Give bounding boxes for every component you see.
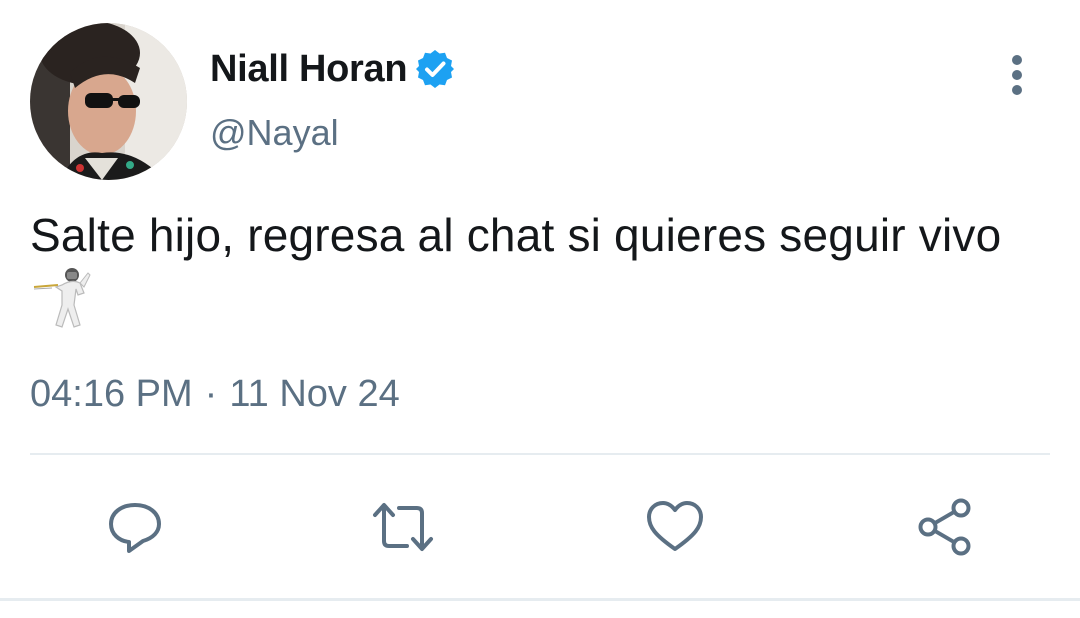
author-handle[interactable]: @Nayal: [210, 112, 339, 154]
speech-bubble-icon: [109, 503, 161, 553]
tweet-date: 11 Nov 24: [229, 373, 400, 415]
vertical-dots-icon: [1012, 55, 1022, 95]
author-name-row: Niall Horan: [210, 44, 456, 94]
like-button[interactable]: [643, 495, 707, 559]
tweet: Niall Horan @Nayal Salte hijo, regresa a…: [0, 0, 1080, 618]
avatar[interactable]: [30, 23, 187, 180]
tweet-text: Salte hijo, regresa al chat si quieres s…: [30, 209, 1002, 261]
more-options-button[interactable]: [997, 50, 1037, 100]
timestamp-separator: ·: [204, 373, 218, 415]
tweet-time: 04:16 PM: [30, 373, 193, 415]
reply-button[interactable]: [103, 495, 167, 559]
fencer-emoji-icon: [32, 265, 94, 329]
retweet-icon: [373, 503, 433, 551]
retweet-button[interactable]: [371, 495, 435, 559]
verified-badge-icon: [414, 48, 456, 90]
author-display-name[interactable]: Niall Horan: [210, 48, 408, 91]
tweet-timestamp[interactable]: 04:16 PM · 11 Nov 24: [30, 373, 400, 416]
avatar-photo: [30, 23, 187, 180]
heart-icon: [647, 501, 703, 551]
divider: [30, 453, 1050, 455]
share-icon: [918, 498, 971, 556]
share-button[interactable]: [913, 495, 977, 559]
divider: [0, 598, 1080, 601]
tweet-body: Salte hijo, regresa al chat si quieres s…: [30, 205, 1060, 329]
